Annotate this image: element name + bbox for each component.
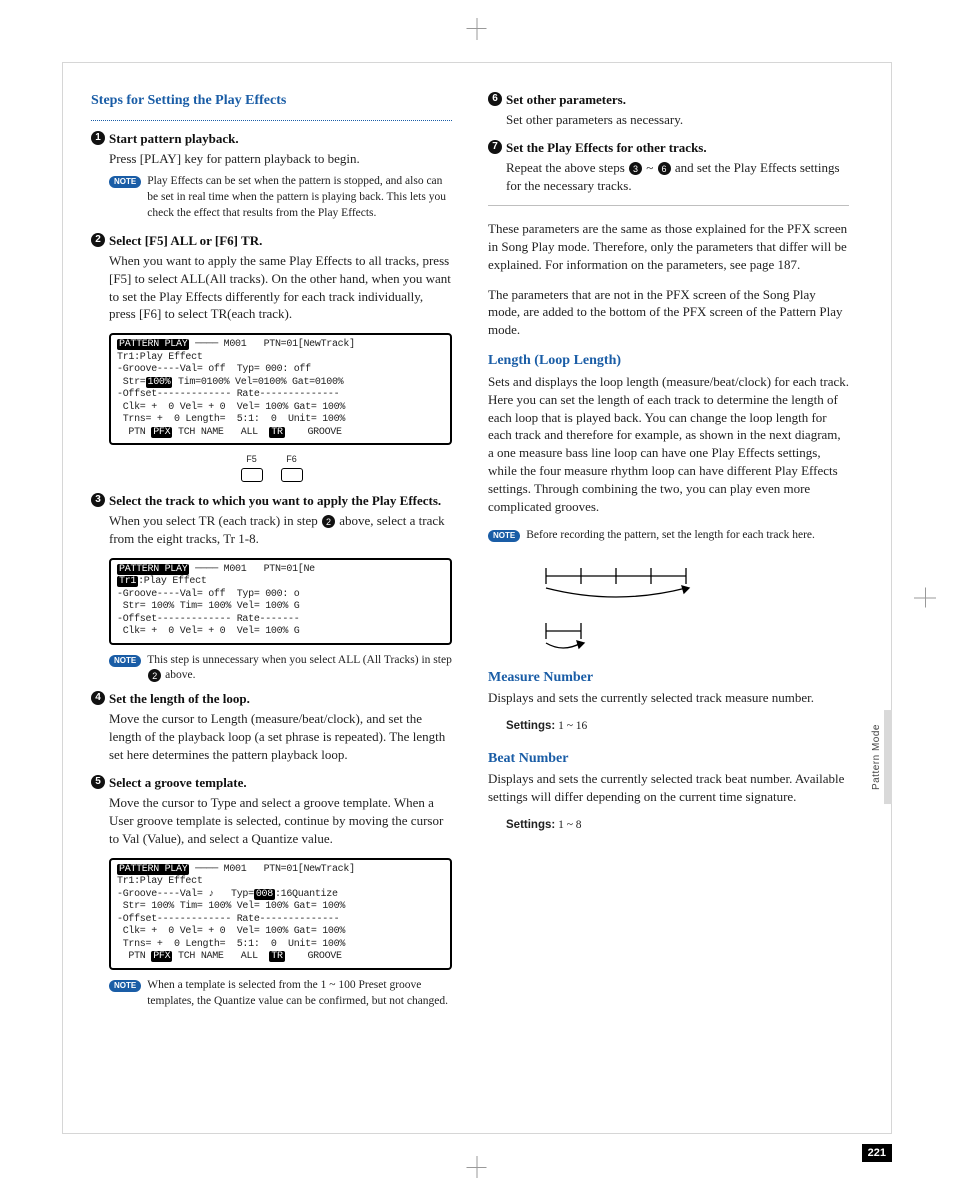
- side-tab: Pattern Mode: [869, 710, 892, 804]
- loop-diagram: [526, 556, 849, 656]
- f5-key: F5: [241, 453, 263, 481]
- right-column: 6 Set other parameters. Set other parame…: [476, 63, 891, 1133]
- lcd-screenshot-1: PATTERN PLAY ──── M001 PTN=01[NewTrack] …: [109, 333, 452, 445]
- step-number-icon: 3: [91, 493, 105, 507]
- step-body: Move the cursor to Type and select a gro…: [91, 794, 452, 848]
- step-number-icon: 5: [91, 775, 105, 789]
- length-heading: Length (Loop Length): [488, 351, 849, 370]
- step-ref-icon: 2: [148, 669, 161, 682]
- paragraph: The parameters that are not in the PFX s…: [488, 286, 849, 340]
- note-icon: NOTE: [488, 530, 520, 542]
- f6-key: F6: [281, 453, 303, 481]
- measure-body: Displays and sets the currently selected…: [488, 689, 849, 707]
- paragraph: These parameters are the same as those e…: [488, 220, 849, 274]
- note-icon: NOTE: [109, 176, 141, 188]
- step-number-icon: 1: [91, 131, 105, 145]
- step-title: Select the track to which you want to ap…: [109, 492, 441, 510]
- note-row: NOTE When a template is selected from th…: [91, 978, 452, 1010]
- step-ref-icon: 3: [629, 162, 642, 175]
- step-number-icon: 6: [488, 92, 502, 106]
- divider: [488, 205, 849, 206]
- note-row: NOTE Play Effects can be set when the pa…: [91, 174, 452, 222]
- beat-heading: Beat Number: [488, 749, 849, 768]
- step-body: When you select TR (each track) in step …: [91, 512, 452, 548]
- loop-diagram-svg: [526, 556, 696, 656]
- step-5: 5 Select a groove template. Move the cur…: [91, 774, 452, 848]
- step-title: Set the length of the loop.: [109, 690, 250, 708]
- note-text: This step is unnecessary when you select…: [147, 653, 452, 685]
- length-body: Sets and displays the loop length (measu…: [488, 373, 849, 517]
- note-row: NOTE This step is unnecessary when you s…: [91, 653, 452, 685]
- page-frame: Steps for Setting the Play Effects 1 Sta…: [62, 62, 892, 1134]
- section-title: Steps for Setting the Play Effects: [91, 91, 452, 110]
- measure-heading: Measure Number: [488, 668, 849, 687]
- step-body: Press [PLAY] key for pattern playback to…: [91, 150, 452, 168]
- step-ref-icon: 6: [658, 162, 671, 175]
- step-number-icon: 7: [488, 140, 502, 154]
- note-row: NOTE Before recording the pattern, set t…: [488, 528, 849, 544]
- step-title: Set the Play Effects for other tracks.: [506, 139, 707, 157]
- step-2: 2 Select [F5] ALL or [F6] TR. When you w…: [91, 232, 452, 324]
- section-underline: [91, 119, 452, 121]
- lcd-screenshot-2: PATTERN PLAY ──── M001 PTN=01[Ne Tr1:Pla…: [109, 558, 452, 645]
- step-4: 4 Set the length of the loop. Move the c…: [91, 690, 452, 764]
- step-number-icon: 2: [91, 233, 105, 247]
- step-3: 3 Select the track to which you want to …: [91, 492, 452, 548]
- step-body: Repeat the above steps 3 ~ 6 and set the…: [488, 159, 849, 195]
- step-7: 7 Set the Play Effects for other tracks.…: [488, 139, 849, 195]
- note-icon: NOTE: [109, 980, 141, 992]
- step-body: Set other parameters as necessary.: [488, 111, 849, 129]
- step-number-icon: 4: [91, 691, 105, 705]
- note-text: Before recording the pattern, set the le…: [526, 528, 815, 544]
- step-title: Select a groove template.: [109, 774, 247, 792]
- step-title: Start pattern playback.: [109, 130, 239, 148]
- step-6: 6 Set other parameters. Set other parame…: [488, 91, 849, 129]
- step-1: 1 Start pattern playback. Press [PLAY] k…: [91, 130, 452, 221]
- step-body: When you want to apply the same Play Eff…: [91, 252, 452, 324]
- step-body: Move the cursor to Length (measure/beat/…: [91, 710, 452, 764]
- lcd-screenshot-3: PATTERN PLAY ──── M001 PTN=01[NewTrack] …: [109, 858, 452, 970]
- step-title: Set other parameters.: [506, 91, 626, 109]
- function-keys: F5 F6: [91, 453, 452, 481]
- step-title: Select [F5] ALL or [F6] TR.: [109, 232, 262, 250]
- page-number: 221: [862, 1144, 892, 1162]
- note-text: When a template is selected from the 1 ~…: [147, 978, 452, 1010]
- measure-settings: Settings: 1 ~ 16: [488, 719, 849, 735]
- step-ref-icon: 2: [322, 515, 335, 528]
- note-text: Play Effects can be set when the pattern…: [147, 174, 452, 222]
- beat-settings: Settings: 1 ~ 8: [488, 818, 849, 834]
- note-icon: NOTE: [109, 655, 141, 667]
- left-column: Steps for Setting the Play Effects 1 Sta…: [63, 63, 476, 1133]
- beat-body: Displays and sets the currently selected…: [488, 770, 849, 806]
